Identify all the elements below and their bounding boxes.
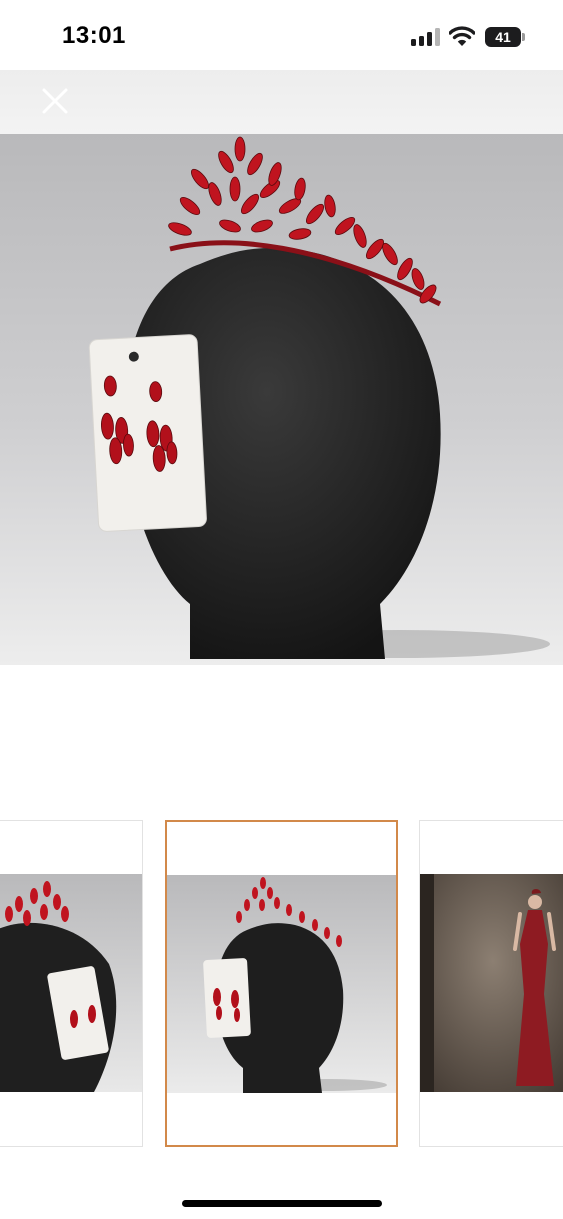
battery-tip <box>522 33 525 41</box>
battery-icon: 41 <box>485 27 526 47</box>
thumbnail-3[interactable] <box>419 820 563 1147</box>
thumbnail-2-image <box>167 875 396 1093</box>
thumbnail-1-image <box>0 874 142 1092</box>
close-icon[interactable] <box>38 84 72 118</box>
status-bar: 13:01 41 <box>0 0 563 70</box>
battery-level: 41 <box>495 29 511 45</box>
thumbnail-2[interactable] <box>165 820 398 1147</box>
main-product-image[interactable] <box>0 134 563 665</box>
tiara-photo <box>0 134 563 665</box>
cellular-signal-icon <box>411 28 440 46</box>
thumbnail-3-image <box>420 874 563 1092</box>
home-indicator[interactable] <box>182 1200 382 1207</box>
status-time: 13:01 <box>62 22 126 49</box>
viewer-header <box>0 70 563 134</box>
thumbnail-1[interactable] <box>0 820 143 1147</box>
wifi-icon <box>449 26 475 46</box>
